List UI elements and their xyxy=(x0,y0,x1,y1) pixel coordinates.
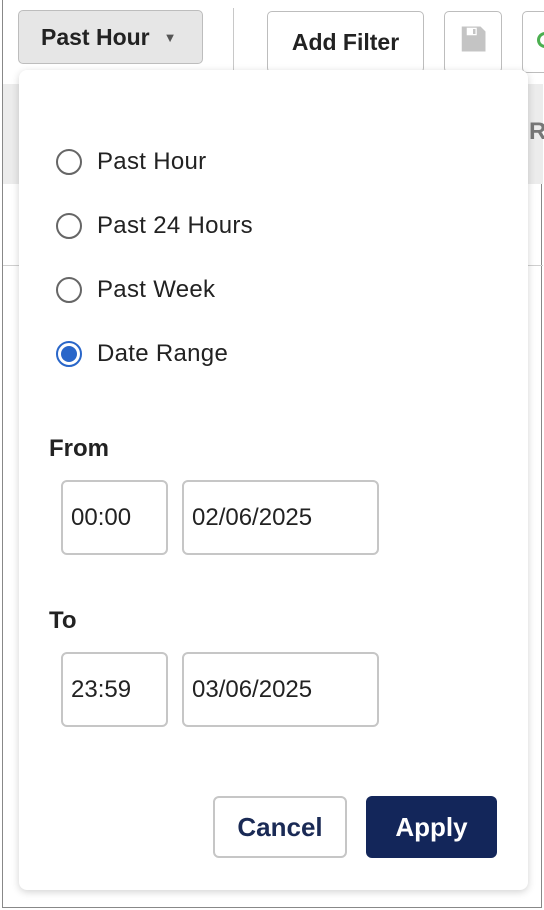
save-icon xyxy=(461,26,486,52)
time-range-dropdown-panel: Past Hour Past 24 Hours Past Week Date R… xyxy=(19,70,528,890)
cancel-label: Cancel xyxy=(237,811,323,842)
from-date-input[interactable]: 02/06/2025 xyxy=(182,480,379,555)
option-date-range[interactable]: Date Range xyxy=(56,340,228,368)
radio-selected-icon[interactable] xyxy=(56,341,82,367)
to-time-value: 23:59 xyxy=(71,675,132,703)
toolbar-divider xyxy=(233,8,234,72)
option-label: Past Week xyxy=(97,276,216,303)
radio-icon[interactable] xyxy=(56,277,82,303)
time-range-label: Past Hour xyxy=(41,23,150,50)
add-filter-label: Add Filter xyxy=(291,28,400,55)
to-date-input[interactable]: 03/06/2025 xyxy=(182,652,379,727)
option-past-24-hours[interactable]: Past 24 Hours xyxy=(56,212,253,240)
add-filter-button[interactable]: Add Filter xyxy=(267,11,424,73)
to-time-input[interactable]: 23:59 xyxy=(61,652,168,727)
option-past-week[interactable]: Past Week xyxy=(56,276,215,304)
radio-icon[interactable] xyxy=(56,149,82,175)
from-date-value: 02/06/2025 xyxy=(192,503,313,531)
apply-label: Apply xyxy=(395,811,468,842)
cancel-button[interactable]: Cancel xyxy=(213,796,347,858)
caret-down-icon: ▼ xyxy=(163,29,177,45)
to-label: To xyxy=(49,607,77,634)
to-date-value: 03/06/2025 xyxy=(192,675,313,703)
from-time-value: 00:00 xyxy=(71,503,132,531)
from-label: From xyxy=(49,435,109,462)
option-label: Date Range xyxy=(97,340,229,367)
option-past-hour[interactable]: Past Hour xyxy=(56,148,206,176)
apply-button[interactable]: Apply xyxy=(366,796,497,858)
table-header-partial-text: R xyxy=(529,118,544,145)
time-range-dropdown-button[interactable]: Past Hour ▼ xyxy=(18,10,203,64)
option-label: Past 24 Hours xyxy=(97,212,253,239)
save-button[interactable] xyxy=(444,11,502,73)
radio-icon[interactable] xyxy=(56,213,82,239)
refresh-button[interactable] xyxy=(522,11,544,73)
refresh-icon xyxy=(537,32,544,48)
app-frame: Past Hour ▼ Add Filter R Past Hour Past … xyxy=(2,0,544,908)
option-label: Past Hour xyxy=(97,148,207,175)
from-time-input[interactable]: 00:00 xyxy=(61,480,168,555)
